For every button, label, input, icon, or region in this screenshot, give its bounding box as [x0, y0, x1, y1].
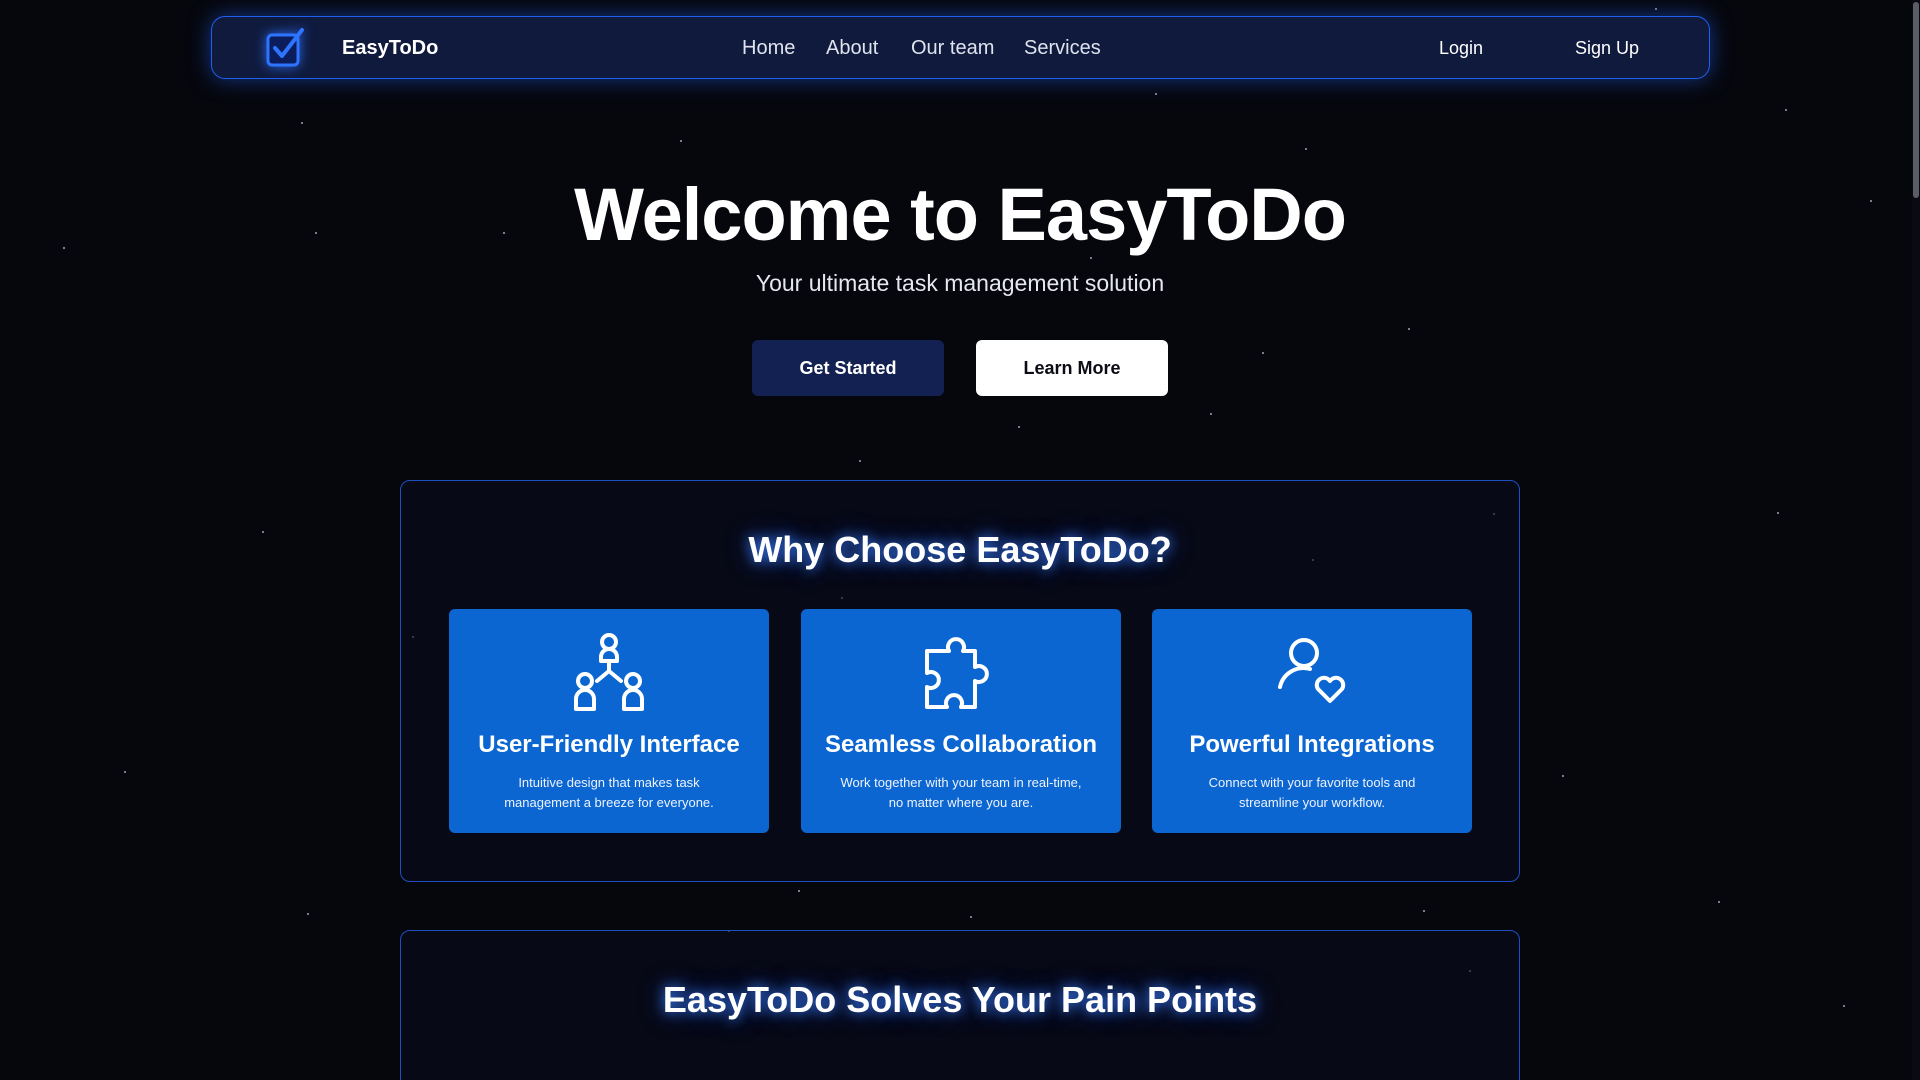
- page-scrollbar[interactable]: [1912, 0, 1920, 1080]
- feature-card-description: Connect with your favorite tools and str…: [1182, 773, 1442, 813]
- team-hierarchy-icon: [574, 633, 644, 711]
- feature-card-integrations: Powerful Integrations Connect with your …: [1152, 609, 1472, 833]
- feature-card-description-line: Connect with your favorite tools and: [1208, 775, 1416, 790]
- hero-title: Welcome to EasyToDo: [574, 173, 1347, 256]
- signup-button[interactable]: Sign Up: [1575, 38, 1639, 59]
- feature-card-title: Seamless Collaboration: [824, 731, 1098, 758]
- feature-card-description: Work together with your team in real-tim…: [831, 773, 1091, 813]
- nav-link-about[interactable]: About: [826, 37, 878, 60]
- nav-link-our-team[interactable]: Our team: [911, 37, 994, 60]
- login-button[interactable]: Login: [1439, 38, 1483, 59]
- get-started-button[interactable]: Get Started: [752, 340, 944, 396]
- learn-more-button[interactable]: Learn More: [976, 340, 1168, 396]
- why-choose-section: Why Choose EasyToDo? User-Friendly Inter…: [400, 480, 1520, 882]
- hero-subtitle: Your ultimate task management solution: [755, 270, 1165, 296]
- feature-card-collaboration: Seamless Collaboration Work together wit…: [801, 609, 1121, 833]
- checkbox-icon[interactable]: [264, 25, 308, 69]
- feature-card-description-line: management a breeze for everyone.: [504, 795, 714, 810]
- puzzle-piece-icon: [925, 637, 989, 709]
- feature-card-description-line: streamline your workflow.: [1239, 795, 1385, 810]
- nav-link-services[interactable]: Services: [1024, 37, 1101, 60]
- top-navbar: EasyToDo Home About Our team Services Lo…: [211, 16, 1710, 79]
- pain-points-section: EasyToDo Solves Your Pain Points: [400, 930, 1520, 1080]
- feature-card-description-line: Intuitive design that makes task: [518, 775, 700, 790]
- why-choose-title: Why Choose EasyToDo?: [748, 529, 1172, 570]
- user-heart-icon: [1278, 638, 1346, 703]
- brand-name[interactable]: EasyToDo: [342, 37, 438, 60]
- feature-card-title: Powerful Integrations: [1189, 731, 1435, 758]
- feature-card-user-friendly: User-Friendly Interface Intuitive design…: [449, 609, 769, 833]
- scrollbar-thumb[interactable]: [1913, 2, 1919, 198]
- feature-card-description-line: Work together with your team in real-tim…: [840, 775, 1082, 790]
- feature-card-title: User-Friendly Interface: [478, 731, 740, 758]
- feature-card-description-line: no matter where you are.: [888, 795, 1034, 810]
- nav-link-home[interactable]: Home: [742, 37, 795, 60]
- pain-points-title: EasyToDo Solves Your Pain Points: [662, 979, 1258, 1020]
- feature-card-description: Intuitive design that makes task managem…: [479, 773, 739, 813]
